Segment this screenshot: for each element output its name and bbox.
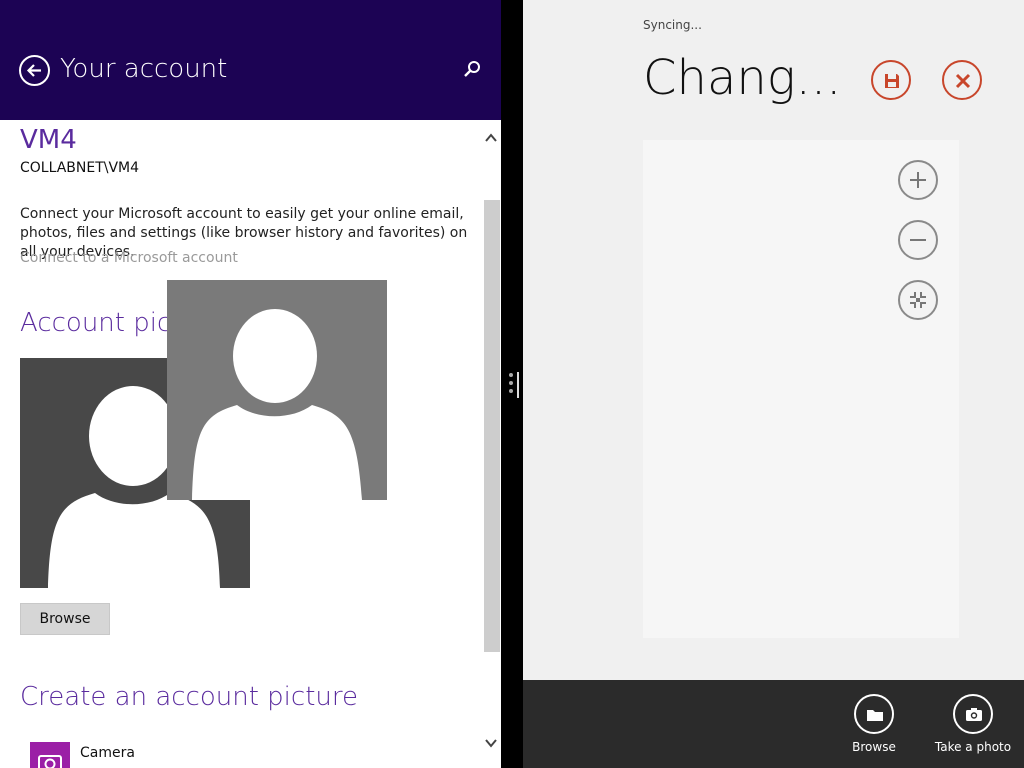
appbar-take-photo-button[interactable]: Take a photo bbox=[933, 694, 1013, 754]
appbar-browse-button[interactable]: Browse bbox=[849, 694, 899, 754]
save-button[interactable] bbox=[871, 60, 911, 100]
change-picture-pane: Syncing... Chang... bbox=[523, 0, 1024, 680]
fit-button[interactable] bbox=[898, 280, 938, 320]
cancel-button[interactable] bbox=[942, 60, 982, 100]
camera-icon bbox=[30, 742, 70, 768]
zoom-in-icon bbox=[910, 172, 926, 188]
divider-grip-icon[interactable] bbox=[508, 370, 520, 400]
create-account-picture-heading: Create an account picture bbox=[20, 682, 358, 712]
browse-button[interactable]: Browse bbox=[20, 603, 110, 635]
sync-status: Syncing... bbox=[643, 18, 702, 32]
appbar-take-photo-label: Take a photo bbox=[934, 740, 1012, 754]
app-bar: Browse Take a photo bbox=[523, 680, 1024, 768]
camera-label: Camera bbox=[80, 745, 135, 761]
browse-circle bbox=[854, 694, 894, 734]
account-domain: COLLABNET\VM4 bbox=[20, 160, 140, 176]
header-bar: Your account bbox=[0, 0, 501, 120]
back-arrow-icon bbox=[26, 64, 41, 77]
scrollbar-thumb[interactable] bbox=[484, 200, 500, 652]
appbar-browse-label: Browse bbox=[852, 740, 896, 754]
zoom-in-button[interactable] bbox=[898, 160, 938, 200]
scroll-down-icon[interactable] bbox=[484, 737, 498, 749]
crop-fit-icon bbox=[910, 292, 926, 308]
default-user-avatar-icon bbox=[192, 309, 362, 500]
account-name: VM4 bbox=[20, 125, 77, 155]
pane-title: Chang... bbox=[643, 50, 842, 106]
page-title: Your account bbox=[60, 54, 228, 84]
zoom-out-icon bbox=[910, 239, 926, 241]
search-icon[interactable] bbox=[463, 60, 481, 78]
zoom-out-button[interactable] bbox=[898, 220, 938, 260]
back-button[interactable] bbox=[19, 55, 50, 86]
scroll-up-icon[interactable] bbox=[484, 132, 498, 144]
camera-icon bbox=[966, 708, 982, 721]
crop-photo-preview[interactable] bbox=[167, 280, 387, 500]
close-icon bbox=[955, 73, 971, 89]
folder-icon bbox=[867, 710, 883, 721]
save-icon bbox=[885, 74, 899, 88]
connect-microsoft-account-link[interactable]: Connect to a Microsoft account bbox=[20, 250, 238, 266]
crop-area[interactable] bbox=[643, 140, 959, 638]
take-photo-circle bbox=[953, 694, 993, 734]
